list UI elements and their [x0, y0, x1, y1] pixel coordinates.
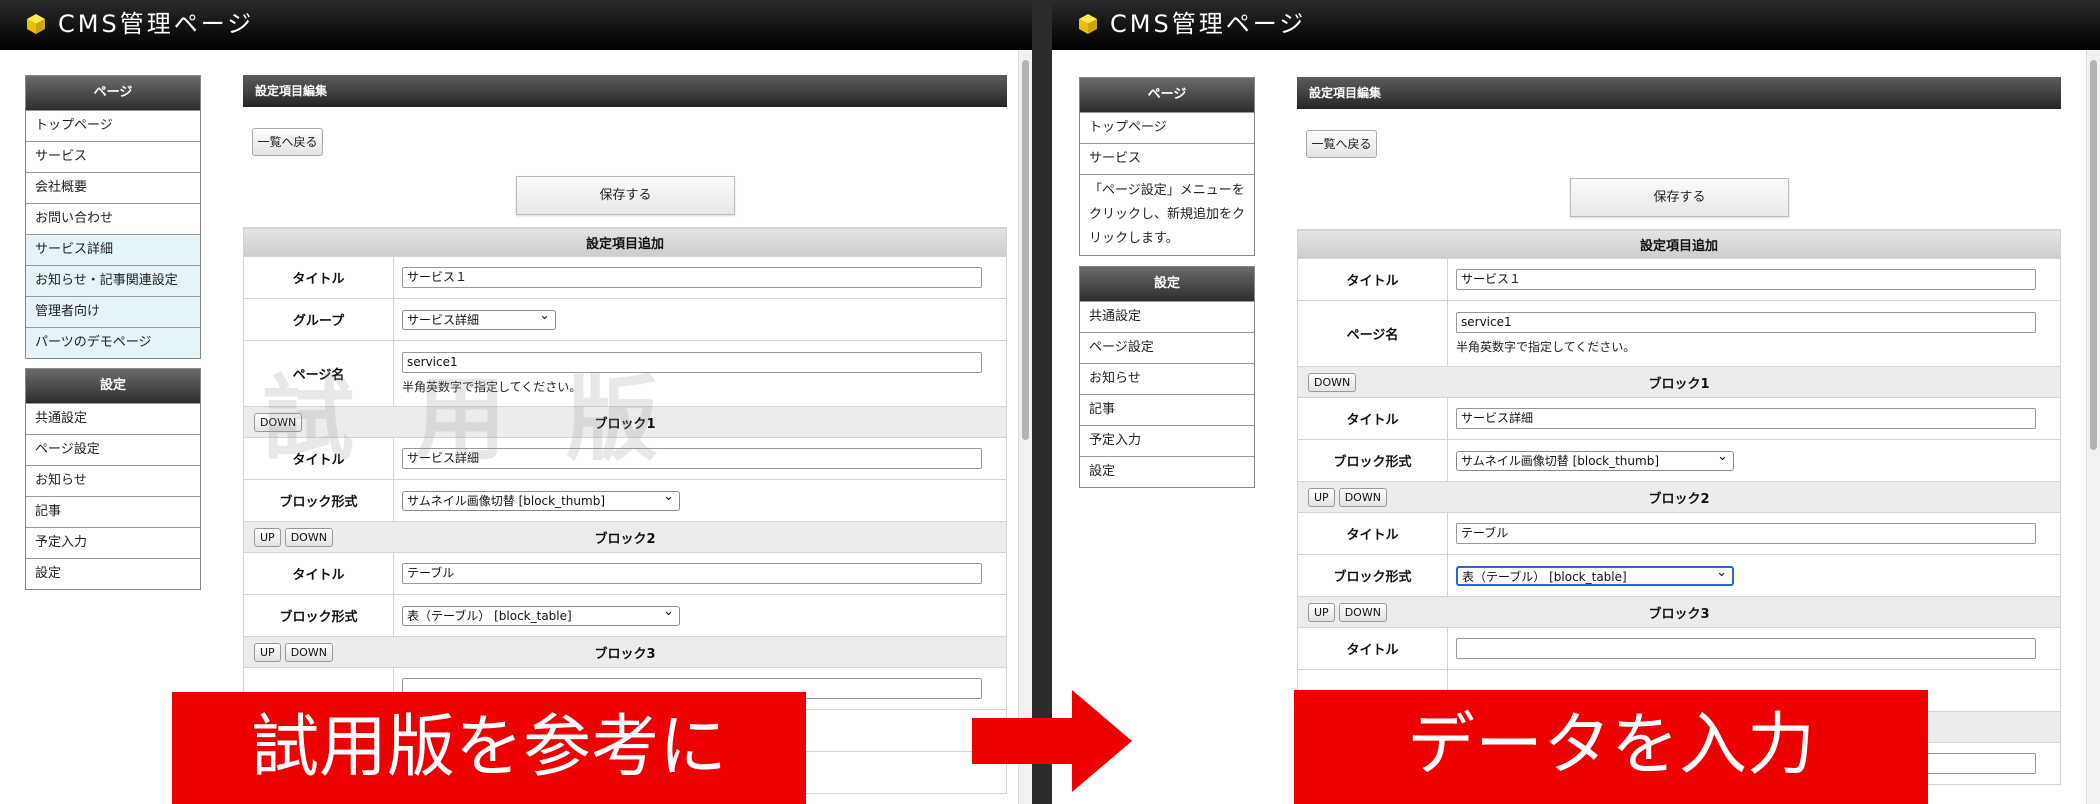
sidebar-item-service-detail[interactable]: サービス詳細: [26, 234, 200, 265]
sidebar-settings-menu: 設定 共通設定 ページ設定 お知らせ 記事 予定入力 設定: [1079, 266, 1255, 488]
sidebar-item-news[interactable]: お知らせ: [1080, 363, 1254, 394]
sidebar-item-service[interactable]: サービス: [1080, 143, 1254, 174]
block2-heading: ブロック2: [1648, 491, 1710, 507]
block2-heading: ブロック2: [594, 531, 656, 547]
top-bar: CMS管理ページ: [1052, 0, 2100, 50]
back-to-list-button[interactable]: 一覧へ戻る: [1306, 130, 1377, 158]
page-name-hint: 半角英数字で指定してください。: [1456, 340, 1636, 354]
page-name-input[interactable]: service1: [402, 352, 982, 373]
sidebar-item-page-settings[interactable]: ページ設定: [26, 434, 200, 465]
block1-title-input[interactable]: サービス詳細: [402, 448, 982, 469]
cube-logo-icon: [1079, 14, 1097, 34]
group-select[interactable]: サービス詳細: [402, 307, 556, 330]
scrollbar[interactable]: [2086, 50, 2100, 804]
sidebar-item-page-settings[interactable]: ページ設定: [1080, 332, 1254, 363]
block1-down-button[interactable]: DOWN: [254, 413, 303, 432]
block3-down-button[interactable]: DOWN: [284, 643, 333, 662]
block1-format-select[interactable]: サムネイル画像切替 [block_thumb]: [402, 488, 680, 511]
block2-format-label: ブロック形式: [1297, 554, 1448, 597]
page-name-label: ページ名: [1297, 300, 1448, 367]
block1-heading: ブロック1: [1648, 376, 1710, 392]
sidebar-page-menu: ページ トップページ サービス 「ページ設定」メニューをクリックし、新規追加をク…: [1079, 77, 1255, 256]
right-arrow-icon: [972, 690, 1132, 792]
main-header: 設定項目編集: [1297, 77, 2061, 109]
sidebar-item-news-settings[interactable]: お知らせ・記事関連設定: [26, 265, 200, 296]
block1-heading: ブロック1: [594, 416, 656, 432]
sidebar-item-schedule[interactable]: 予定入力: [1080, 425, 1254, 456]
block2-up-button[interactable]: UP: [1308, 488, 1335, 507]
block2-down-button[interactable]: DOWN: [1338, 488, 1387, 507]
top-bar: CMS管理ページ: [0, 0, 1032, 50]
sidebar-page-note: 「ページ設定」メニューをクリックし、新規追加をクリックします。: [1080, 174, 1254, 255]
block2-down-button[interactable]: DOWN: [284, 528, 333, 547]
sidebar-item-admin[interactable]: 管理者向け: [26, 296, 200, 327]
banner-trial-reference: 試用版を参考に: [172, 692, 806, 804]
block1-format-label: ブロック形式: [1297, 439, 1448, 482]
sidebar-page-menu: ページ トップページ サービス 会社概要 お問い合わせ サービス詳細 お知らせ・…: [25, 75, 201, 359]
sidebar-item-settings[interactable]: 設定: [1080, 456, 1254, 487]
block3-title-input[interactable]: [1456, 638, 2036, 659]
right-screenshot-panel: CMS管理ページ ページ トップページ サービス 「ページ設定」メニューをクリッ…: [1052, 0, 2100, 804]
block1-format-label: ブロック形式: [243, 479, 394, 522]
app-title: CMS管理ページ: [58, 10, 255, 38]
sidebar-item-common-settings[interactable]: 共通設定: [26, 403, 200, 434]
block2-format-select[interactable]: 表（テーブル） [block_table]: [402, 603, 680, 626]
banner-enter-data: データを入力: [1294, 690, 1928, 804]
sidebar-settings-menu: 設定 共通設定 ページ設定 お知らせ 記事 予定入力 設定: [25, 368, 201, 590]
page-name-input[interactable]: service1: [1456, 312, 2036, 333]
block2-format-label: ブロック形式: [243, 594, 394, 637]
sidebar-item-parts-demo[interactable]: パーツのデモページ: [26, 327, 200, 358]
scrollbar-thumb[interactable]: [2090, 60, 2097, 450]
cube-logo-icon: [27, 14, 45, 34]
main-header: 設定項目編集: [243, 75, 1007, 107]
section-header: 設定項目追加: [1297, 229, 2061, 259]
save-button[interactable]: 保存する: [1570, 178, 1789, 217]
block1-title-label: タイトル: [1297, 397, 1448, 440]
sidebar-header-settings: 設定: [26, 369, 200, 403]
title-input[interactable]: サービス１: [402, 267, 982, 288]
sidebar-header-page: ページ: [1080, 78, 1254, 112]
block3-up-button[interactable]: UP: [254, 643, 281, 662]
group-label: グループ: [243, 298, 394, 341]
sidebar-item-articles[interactable]: 記事: [26, 496, 200, 527]
block3-up-button[interactable]: UP: [1308, 603, 1335, 622]
sidebar-item-news[interactable]: お知らせ: [26, 465, 200, 496]
sidebar-header-settings: 設定: [1080, 267, 1254, 301]
title-input[interactable]: サービス１: [1456, 269, 2036, 290]
sidebar-item-schedule[interactable]: 予定入力: [26, 527, 200, 558]
block1-down-button[interactable]: DOWN: [1308, 373, 1357, 392]
save-button[interactable]: 保存する: [516, 176, 735, 215]
title-label: タイトル: [1297, 258, 1448, 301]
block3-title-label: タイトル: [1297, 627, 1448, 670]
sidebar-item-top[interactable]: トップページ: [1080, 112, 1254, 143]
left-screenshot-panel: CMS管理ページ ページ トップページ サービス 会社概要 お問い合わせ サービ…: [0, 0, 1032, 804]
block3-down-button[interactable]: DOWN: [1338, 603, 1387, 622]
block1-title-input[interactable]: サービス詳細: [1456, 408, 2036, 429]
block2-format-select[interactable]: 表（テーブル） [block_table]: [1456, 564, 1734, 586]
block2-title-input[interactable]: テーブル: [402, 563, 982, 584]
sidebar-item-articles[interactable]: 記事: [1080, 394, 1254, 425]
page-name-label: ページ名: [243, 340, 394, 407]
back-to-list-button[interactable]: 一覧へ戻る: [252, 128, 323, 156]
block2-title-label: タイトル: [1297, 512, 1448, 555]
block1-title-label: タイトル: [243, 437, 394, 480]
sidebar-item-common-settings[interactable]: 共通設定: [1080, 301, 1254, 332]
app-title: CMS管理ページ: [1110, 10, 1307, 38]
sidebar-item-top[interactable]: トップページ: [26, 110, 200, 141]
title-label: タイトル: [243, 256, 394, 299]
section-header: 設定項目追加: [243, 227, 1007, 257]
block2-title-label: タイトル: [243, 552, 394, 595]
block2-title-input[interactable]: テーブル: [1456, 523, 2036, 544]
block3-heading: ブロック3: [594, 646, 656, 662]
block2-up-button[interactable]: UP: [254, 528, 281, 547]
scrollbar-thumb[interactable]: [1022, 60, 1029, 440]
sidebar-item-settings[interactable]: 設定: [26, 558, 200, 589]
sidebar-header-page: ページ: [26, 76, 200, 110]
block3-heading: ブロック3: [1648, 606, 1710, 622]
sidebar-item-service[interactable]: サービス: [26, 141, 200, 172]
block1-format-select[interactable]: サムネイル画像切替 [block_thumb]: [1456, 448, 1734, 471]
page-name-hint: 半角英数字で指定してください。: [402, 380, 582, 394]
sidebar-item-contact[interactable]: お問い合わせ: [26, 203, 200, 234]
sidebar-item-company[interactable]: 会社概要: [26, 172, 200, 203]
